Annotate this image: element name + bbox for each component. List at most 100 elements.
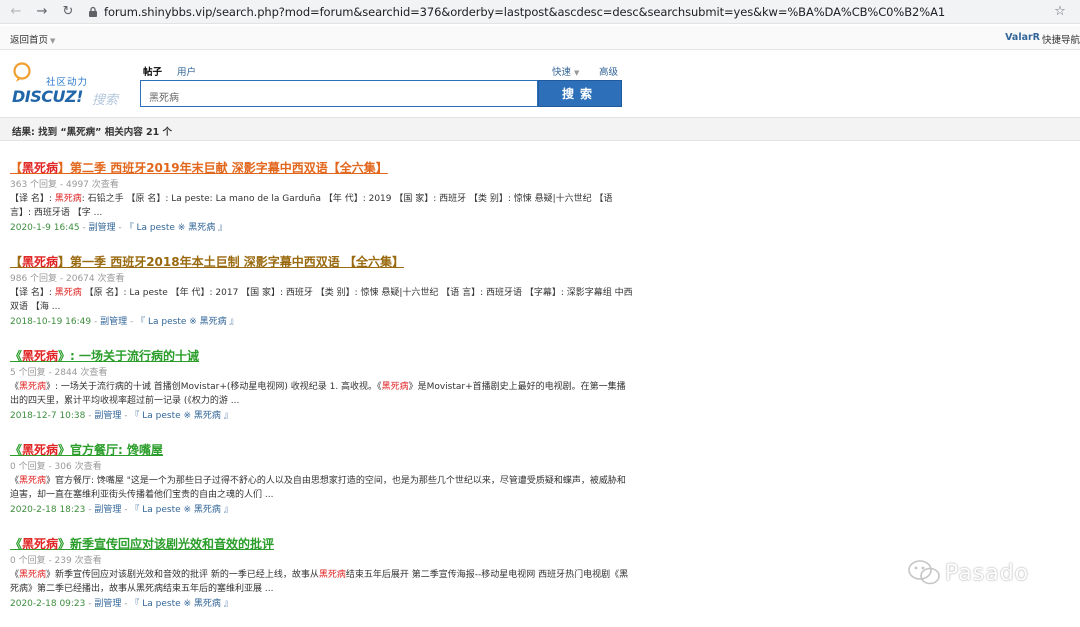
- home-link-label: 返回首页: [10, 35, 49, 46]
- separator: -: [124, 599, 128, 609]
- title-highlight: 黑死病: [22, 255, 59, 269]
- separator: -: [93, 317, 98, 327]
- separator: -: [130, 317, 134, 327]
- separator: -: [124, 411, 128, 421]
- result-stats: 0 个回复 - 239 次查看: [10, 556, 102, 566]
- url-text[interactable]: forum.shinybbs.vip/search.php?mod=forum&…: [104, 5, 945, 19]
- title-suffix: 》新季宣传回应对该剧光效和音效的批评: [58, 537, 275, 551]
- title-prefix: 《: [10, 349, 23, 363]
- quick-search-dropdown[interactable]: 快速 ▼: [552, 64, 579, 78]
- snippet-text: 《: [10, 382, 20, 392]
- result-footer: 2018-10-19 16:49 - 副管理 - 『 La peste ※ 黑死…: [10, 315, 650, 329]
- title-highlight: 黑死病: [22, 537, 59, 551]
- result-title-link[interactable]: 【黑死病】第二季 西班牙2019年末巨献 深影字幕中西双语【全六集】: [10, 159, 388, 177]
- snippet-text: 【译 名】:: [10, 194, 55, 204]
- site-logo[interactable]: 社区动力 DISCUZ! 搜索: [10, 60, 130, 108]
- result-snippet: 【译 名】: 黑死病: 石铅之手 【原 名】: La peste: La man…: [10, 193, 634, 220]
- title-suffix: 》: 一场关于流行病的十诫: [58, 349, 200, 363]
- result-stats: 363 个回复 - 4997 次查看: [10, 180, 119, 190]
- home-link[interactable]: 返回首页 ▼: [10, 32, 55, 46]
- result-stats: 986 个回复 - 20674 次查看: [10, 274, 125, 284]
- snippet-text: 《: [10, 476, 20, 486]
- result-footer: 2018-12-7 10:38 - 副管理 - 『 La peste ※ 黑死病…: [10, 409, 650, 423]
- snippet-text: 》官方餐厅: 馋嘴屋 "这是一个为那些日子过得不舒心的人以及自由思想家打造的空间…: [10, 476, 626, 500]
- title-suffix: 》官方餐厅: 馋嘴屋: [58, 443, 164, 457]
- title-highlight: 黑死病: [22, 443, 59, 457]
- result-date: 2020-2-18 09:23: [10, 599, 86, 609]
- result-title-link[interactable]: 《黑死病》官方餐厅: 馋嘴屋: [10, 441, 163, 459]
- snippet-text: 《: [10, 570, 20, 580]
- tab-users[interactable]: 用户: [177, 64, 196, 78]
- title-prefix: 【: [10, 255, 23, 269]
- title-prefix: 《: [10, 443, 23, 457]
- separator: -: [124, 505, 128, 515]
- result-footer: 2020-2-18 18:23 - 副管理 - 『 La peste ※ 黑死病…: [10, 503, 650, 517]
- result-title-link[interactable]: 《黑死病》新季宣传回应对该剧光效和音效的批评: [10, 535, 274, 553]
- separator: -: [88, 505, 92, 515]
- separator: -: [88, 411, 92, 421]
- search-input[interactable]: 黑死病: [140, 80, 538, 107]
- snippet-text: : 石铅之手 【原 名】: La peste: La mano de la Ga…: [10, 194, 613, 218]
- chevron-down-icon: ▼: [574, 69, 580, 77]
- result-forum-link[interactable]: 『 La peste ※ 黑死病 』: [130, 505, 232, 515]
- result-snippet: 【译 名】: 黑死病 【原 名】: La peste 【年 代】: 2017 【…: [10, 287, 634, 314]
- forward-icon[interactable]: →: [32, 2, 52, 22]
- title-highlight: 黑死病: [22, 349, 59, 363]
- snippet-highlight: 黑死病: [381, 382, 409, 392]
- result-forum-link[interactable]: 『 La peste ※ 黑死病 』: [136, 317, 238, 327]
- logo-brand: DISCUZ!: [12, 87, 83, 106]
- result-author-link[interactable]: 副管理: [94, 411, 121, 421]
- result-author-link[interactable]: 副管理: [94, 599, 121, 609]
- snippet-highlight: 黑死病: [54, 194, 82, 204]
- lock-icon: [86, 5, 100, 19]
- snippet-highlight: 黑死病: [19, 382, 47, 392]
- result-title-link[interactable]: 《黑死病》: 一场关于流行病的十诫: [10, 347, 199, 365]
- site-topbar: 返回首页 ▼ ValarR 快捷导航: [0, 26, 1080, 50]
- title-prefix: 《: [10, 537, 23, 551]
- result-author-link[interactable]: 副管理: [94, 505, 121, 515]
- result-forum-link[interactable]: 『 La peste ※ 黑死病 』: [130, 599, 232, 609]
- snippet-text: 》新季宣传回应对该剧光效和音效的批评 新的一季已经上线，故事从: [46, 570, 319, 580]
- snippet-text: 》: 一场关于流行病的十诫 首播创Movistar+(移动星电视网) 收视纪录 …: [46, 382, 382, 392]
- result-stats: 0 个回复 - 306 次查看: [10, 462, 102, 472]
- title-prefix: 【: [10, 161, 23, 175]
- result-snippet: 《黑死病》官方餐厅: 馋嘴屋 "这是一个为那些日子过得不舒心的人以及自由思想家打…: [10, 475, 634, 502]
- quick-nav-link[interactable]: 快捷导航: [1042, 32, 1080, 46]
- result-snippet: 《黑死病》新季宣传回应对该剧光效和音效的批评 新的一季已经上线，故事从黑死病结束…: [10, 569, 634, 596]
- result-date: 2018-12-7 10:38: [10, 411, 86, 421]
- watermark-text: Pasado: [945, 560, 1030, 586]
- tab-posts[interactable]: 帖子: [143, 64, 162, 78]
- result-stats: 5 个回复 - 2844 次查看: [10, 368, 108, 378]
- back-icon[interactable]: ←: [6, 2, 26, 22]
- search-button[interactable]: 搜索: [538, 80, 622, 107]
- separator: -: [118, 223, 122, 233]
- result-author-link[interactable]: 副管理: [89, 223, 116, 233]
- result-forum-link[interactable]: 『 La peste ※ 黑死病 』: [130, 411, 232, 421]
- logo-slogan: 社区动力: [46, 77, 89, 88]
- list-item: 《黑死病》新季宣传回应对该剧光效和音效的批评 0 个回复 - 239 次查看 《…: [10, 533, 650, 627]
- snippet-text: 【译 名】:: [10, 288, 55, 298]
- list-item: 【黑死病】第二季 西班牙2019年末巨献 深影字幕中西双语【全六集】 363 个…: [10, 157, 650, 251]
- reload-icon[interactable]: ↻: [58, 2, 78, 22]
- advanced-search-link[interactable]: 高级: [599, 64, 618, 78]
- logo-bubble-icon: [13, 62, 31, 82]
- result-forum-link[interactable]: 『 La peste ※ 黑死病 』: [125, 223, 227, 233]
- username-link[interactable]: ValarR: [1005, 32, 1040, 43]
- search-results: 【黑死病】第二季 西班牙2019年末巨献 深影字幕中西双语【全六集】 363 个…: [10, 157, 650, 627]
- list-item: 【黑死病】第一季 西班牙2018年本土巨制 深影字幕中西双语 【全六集】 986…: [10, 251, 650, 345]
- separator: -: [88, 599, 92, 609]
- snippet-highlight: 黑死病: [19, 570, 47, 580]
- bookmark-star-icon[interactable]: ☆: [1050, 4, 1070, 19]
- wechat-icon: [908, 560, 940, 585]
- result-author-link[interactable]: 副管理: [100, 317, 127, 327]
- chevron-down-icon: ▼: [50, 37, 56, 45]
- result-title-link[interactable]: 【黑死病】第一季 西班牙2018年本土巨制 深影字幕中西双语 【全六集】: [10, 253, 404, 271]
- result-footer: 2020-1-9 16:45 - 副管理 - 『 La peste ※ 黑死病 …: [10, 221, 650, 235]
- address-bar[interactable]: forum.shinybbs.vip/search.php?mod=forum&…: [86, 2, 1050, 22]
- title-highlight: 黑死病: [22, 161, 59, 175]
- result-snippet: 《黑死病》: 一场关于流行病的十诫 首播创Movistar+(移动星电视网) 收…: [10, 381, 634, 408]
- browser-toolbar: ← → ↻ forum.shinybbs.vip/search.php?mod=…: [0, 0, 1080, 24]
- result-date: 2020-2-18 18:23: [10, 505, 86, 515]
- result-summary: 结果: 找到 “黑死病” 相关内容 21 个: [0, 117, 1080, 141]
- snippet-highlight: 黑死病: [19, 476, 47, 486]
